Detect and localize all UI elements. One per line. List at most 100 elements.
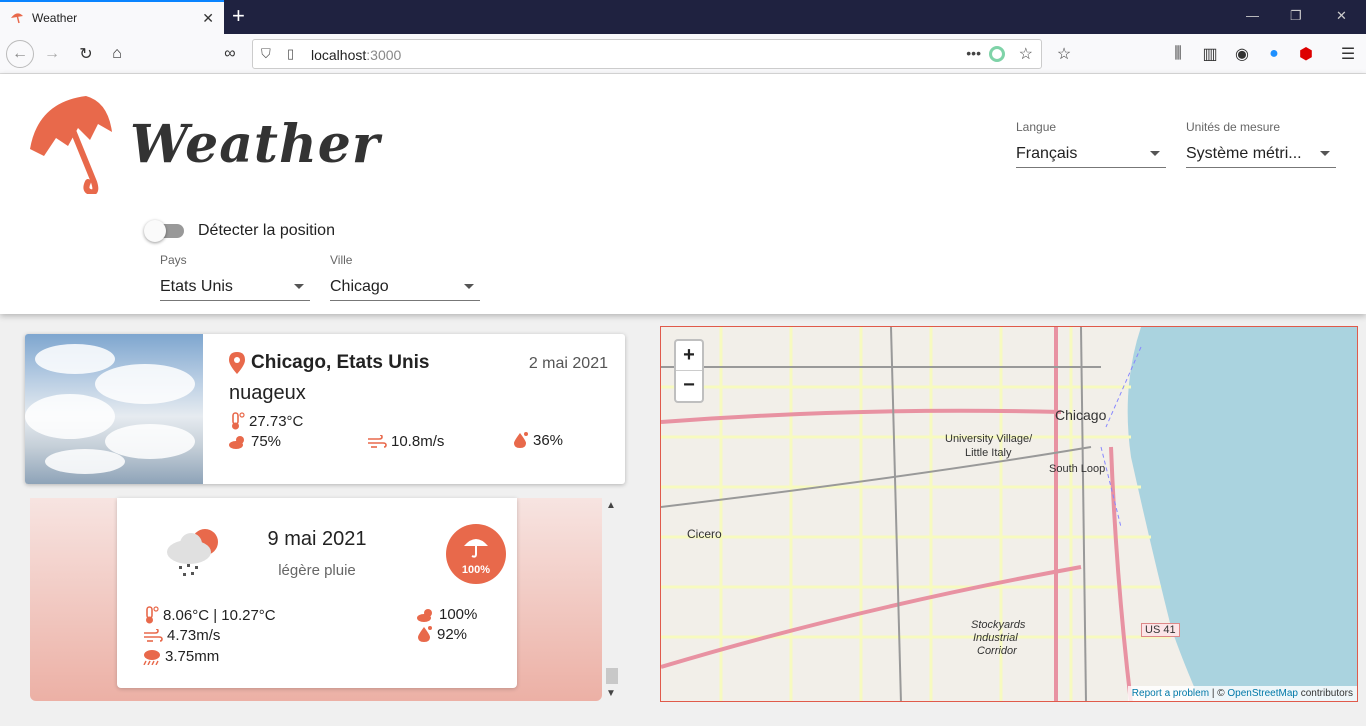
url-text[interactable]: localhost:3000 [311, 47, 401, 63]
country-select[interactable]: Etats Unis [160, 273, 310, 301]
forecast-wind-value: 4.73m/s [167, 627, 221, 644]
language-label: Langue [1016, 120, 1057, 134]
zoom-out-button[interactable]: − [676, 371, 702, 401]
current-location-text: Chicago, Etats Unis [251, 352, 430, 373]
scroll-thumb[interactable] [606, 668, 618, 684]
pocket-icon[interactable]: ☆ [1050, 40, 1078, 68]
rain-icon [143, 649, 160, 665]
map-label-cicero: Cicero [687, 527, 722, 541]
language-field: Langue Français [1016, 120, 1166, 168]
country-value: Etats Unis [160, 277, 233, 295]
map-label-stockyards: Stockyards [971, 619, 1026, 631]
cloud-sun-icon [417, 608, 432, 622]
toggle-knob[interactable] [144, 220, 166, 242]
current-clouds-value: 75% [251, 433, 282, 450]
forecast-humidity-value: 92% [437, 625, 468, 643]
chevron-down-icon [464, 284, 474, 289]
library-icon[interactable]: ⫼ [1164, 40, 1192, 68]
extension-icon[interactable] [989, 46, 1005, 62]
map-label-south-loop: South Loop [1049, 463, 1106, 475]
city-value: Chicago [330, 277, 389, 295]
restore-icon[interactable]: ❐ [1290, 8, 1302, 24]
browser-tab[interactable]: Weather ✕ [0, 0, 224, 34]
back-arrow-icon[interactable]: ← [6, 40, 34, 68]
cloudy-sky-image [25, 334, 203, 484]
current-temperature: 27.73°C [229, 412, 303, 430]
chevron-down-icon [294, 284, 304, 289]
precip-probability-value: 100% [461, 564, 491, 576]
current-clouds: 75% [229, 433, 281, 450]
forecast-precipitation-value: 3.75mm [165, 648, 220, 665]
reload-icon[interactable]: ↻ [72, 40, 100, 68]
toggle-track[interactable] [144, 220, 184, 242]
app-header: Weather Langue Français Unités de mesure… [0, 74, 1366, 314]
page-icon: ▯ [287, 46, 295, 61]
menu-icon[interactable]: ☰ [1334, 40, 1362, 68]
adblock-icon[interactable]: ⬢ [1292, 40, 1320, 68]
map-attribution: Report a problem | © OpenStreetMap contr… [1127, 686, 1357, 701]
close-window-icon[interactable]: ✕ [1336, 8, 1347, 24]
map-zoom-control: + − [674, 339, 704, 403]
map-label-little-italy: Little Italy [965, 447, 1012, 459]
browser-tab-bar: Weather ✕ + — ❐ ✕ [0, 0, 1366, 34]
browser-nav-bar: ← → ↻ ⌂ ∞ ⛉ ▯ localhost:3000 ••• ☆ ☆ ⫼ ▥… [0, 34, 1366, 74]
current-humidity: 36% [513, 431, 563, 449]
account-icon[interactable]: ◉ [1228, 40, 1256, 68]
thermometer-icon [146, 606, 159, 624]
units-select[interactable]: Système métri... [1186, 140, 1336, 168]
forecast-clouds-value: 100% [439, 606, 478, 623]
detect-position-toggle[interactable]: Détecter la position [144, 220, 335, 242]
chevron-down-icon [1320, 151, 1330, 156]
forecast-panel: 9 mai 2021 légère pluie 100% 8.06°C | 10… [30, 498, 602, 701]
forecast-clouds: 100% [417, 606, 477, 623]
forward-arrow-icon[interactable]: → [38, 40, 66, 68]
umbrella-favicon-icon [11, 13, 23, 24]
current-location: Chicago, Etats Unis [229, 352, 429, 374]
current-date: 2 mai 2021 [528, 355, 608, 372]
minimize-icon[interactable]: — [1246, 8, 1259, 23]
ghostery-icon[interactable]: ● [1260, 40, 1288, 68]
city-field: Ville Chicago [330, 253, 480, 301]
location-pin-icon [229, 352, 245, 374]
units-label: Unités de mesure [1186, 120, 1281, 134]
zoom-in-button[interactable]: + [676, 341, 702, 371]
report-problem-link[interactable]: Report a problem [1132, 688, 1209, 699]
logo-text: Weather [130, 114, 381, 175]
forecast-card: 9 mai 2021 légère pluie 100% 8.06°C | 10… [117, 498, 517, 688]
forecast-humidity: 92% [417, 625, 467, 643]
chevron-down-icon [1150, 151, 1160, 156]
units-field: Unités de mesure Système métri... [1186, 120, 1336, 168]
bookmark-star-icon[interactable]: ☆ [1019, 44, 1033, 64]
language-select[interactable]: Français [1016, 140, 1166, 168]
humidity-drop-icon [418, 626, 432, 642]
current-temperature-value: 27.73°C [249, 412, 304, 430]
city-label: Ville [330, 253, 353, 267]
current-wind-value: 10.8m/s [391, 433, 445, 450]
close-tab-icon[interactable]: ✕ [202, 10, 214, 27]
shield-icon[interactable]: ⛉ [261, 46, 271, 62]
scroll-up-icon[interactable]: ▲ [606, 500, 616, 511]
forecast-temperature: 8.06°C | 10.27°C [143, 606, 276, 624]
map[interactable]: + − Chicago University Village/ Little I… [660, 326, 1358, 702]
tracking-mask-icon[interactable]: ∞ [216, 40, 244, 68]
url-bar[interactable]: ⛉ ▯ localhost:3000 ••• ☆ [252, 39, 1042, 69]
new-tab-icon[interactable]: + [232, 4, 245, 28]
forecast-wind: 4.73m/s [143, 627, 220, 644]
scroll-down-icon[interactable]: ▼ [606, 688, 616, 699]
units-value: Système métri... [1186, 144, 1302, 162]
city-select[interactable]: Chicago [330, 273, 480, 301]
map-label-industrial: Industrial [973, 632, 1018, 644]
map-label-corridor: Corridor [977, 645, 1017, 657]
page-actions-icon[interactable]: ••• [966, 45, 981, 61]
home-icon[interactable]: ⌂ [103, 40, 131, 68]
current-description: nuageux [229, 382, 306, 404]
precip-probability-badge: 100% [446, 524, 506, 584]
tab-title: Weather [32, 11, 78, 25]
forecast-scrollbar[interactable]: ▲ ▼ [603, 498, 620, 701]
thermometer-icon [232, 412, 245, 430]
detect-position-label: Détecter la position [198, 222, 335, 239]
sidebar-icon[interactable]: ▥ [1196, 40, 1224, 68]
wind-icon [368, 434, 387, 448]
map-label-chicago: Chicago [1055, 407, 1107, 423]
osm-link[interactable]: OpenStreetMap [1227, 688, 1298, 699]
